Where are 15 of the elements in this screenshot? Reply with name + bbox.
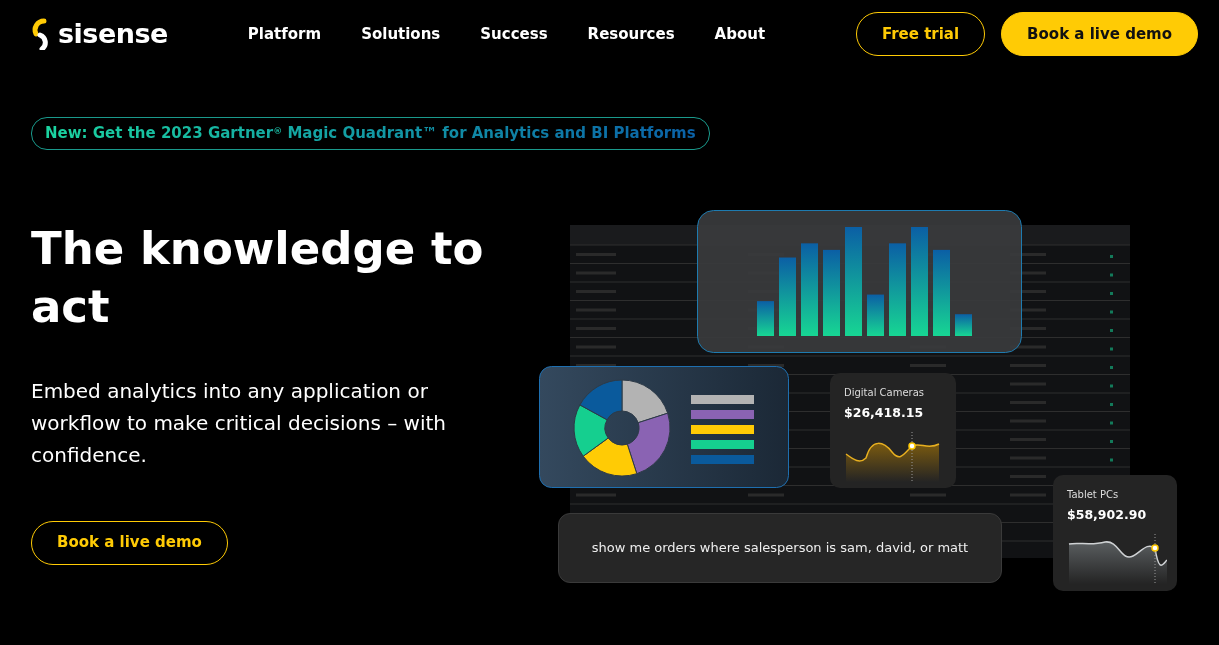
- nav-link[interactable]: About: [714, 22, 766, 46]
- nav-link[interactable]: Platform: [247, 22, 322, 46]
- card-title: Digital Cameras: [844, 385, 926, 400]
- announcement-link[interactable]: New: Get the 2023 Gartner$^{®}$ Magic Quadrant™ for Analytics and BI Platforms: [31, 117, 710, 150]
- card-title: Tablet PCs: [1067, 487, 1120, 502]
- logo-text[interactable]: sisense: [58, 13, 168, 55]
- hero-description: Embed analytics into any application or workflow to make critical decisions – with confidence.: [31, 377, 447, 469]
- metric-value: $58,902.90: [1067, 505, 1148, 524]
- nav-link[interactable]: Resources: [587, 22, 675, 46]
- metric-value: $26,418.15: [844, 403, 925, 422]
- query-text: show me orders where salesperson is sam, david, or matt: [591, 538, 969, 557]
- nav-link[interactable]: Success: [480, 22, 548, 46]
- demo-button[interactable]: Book a live demo: [1001, 12, 1198, 56]
- hero-heading: The knowledge to act: [31, 220, 485, 335]
- nav-link[interactable]: Solutions: [361, 22, 441, 46]
